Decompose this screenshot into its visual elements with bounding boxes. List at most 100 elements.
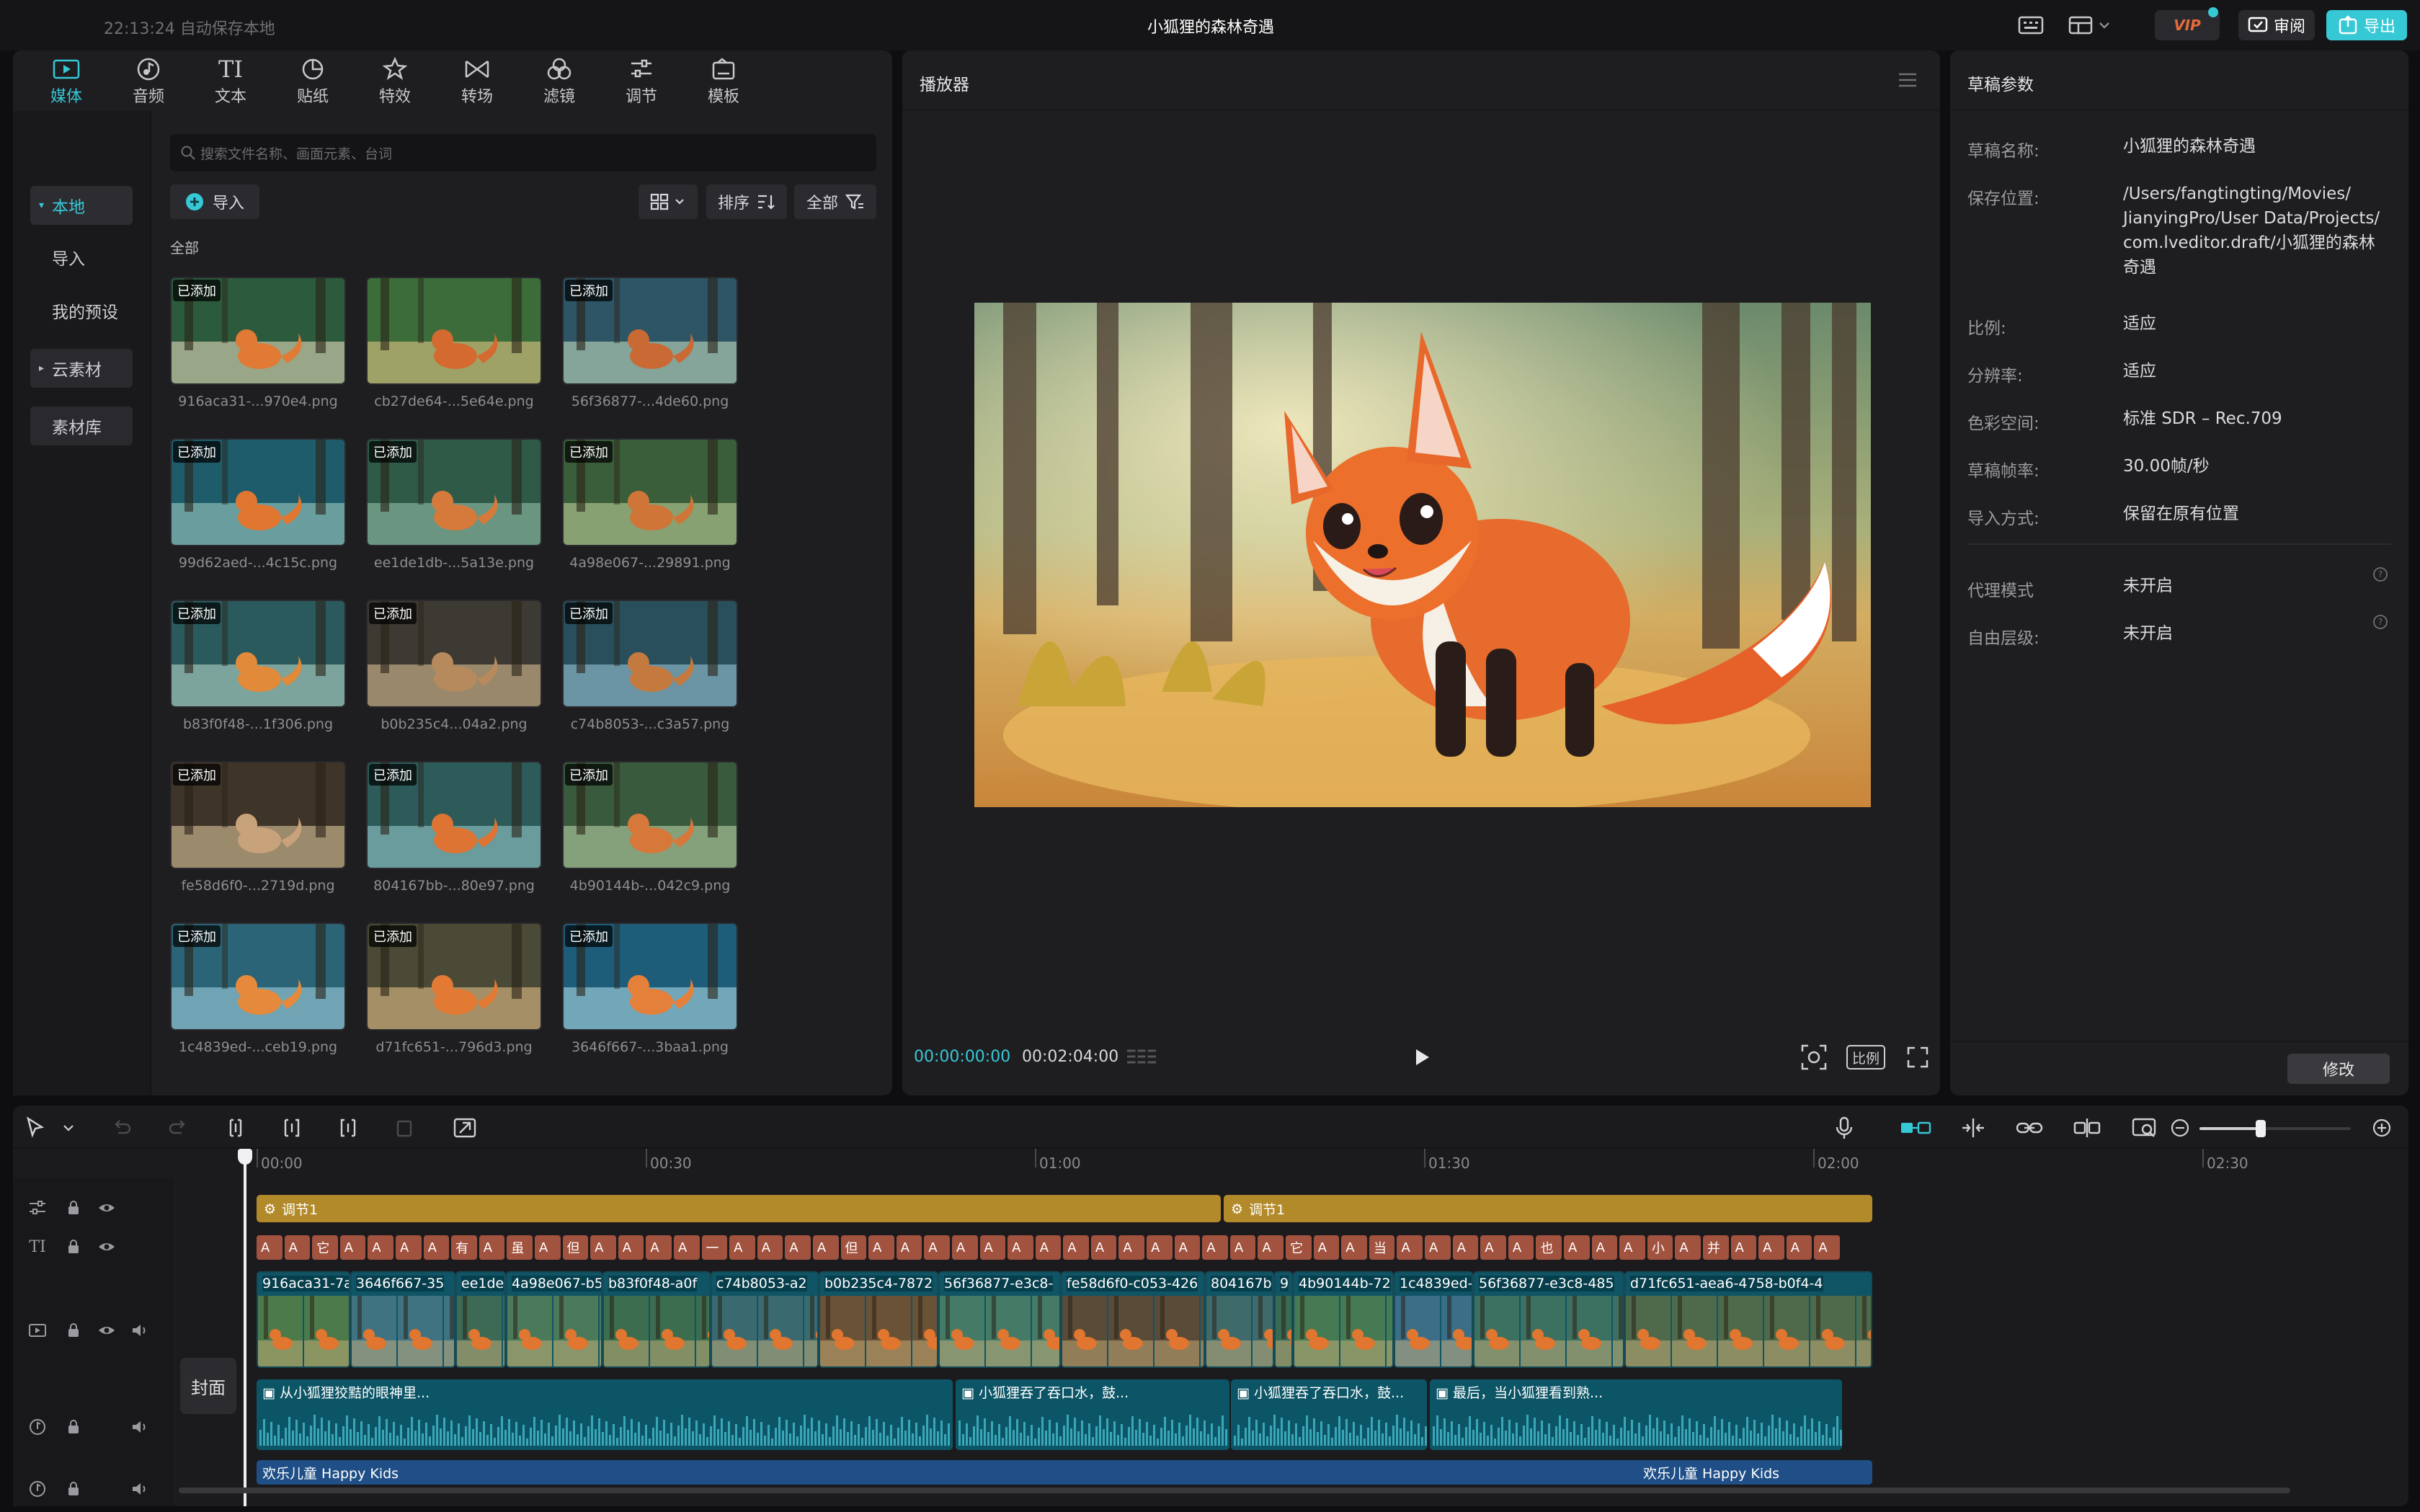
eye-icon[interactable]	[97, 1237, 117, 1257]
zoom-in-icon[interactable]	[2370, 1116, 2394, 1140]
text-clip[interactable]: A	[1341, 1235, 1367, 1260]
text-clip[interactable]: A	[1480, 1235, 1506, 1260]
text-clip[interactable]: A	[1007, 1235, 1033, 1260]
fullscreen-capture-icon[interactable]	[1800, 1044, 1828, 1071]
auto-snap-icon[interactable]	[1959, 1116, 1988, 1140]
text-clip[interactable]: A	[868, 1235, 894, 1260]
text-clip[interactable]: A	[979, 1235, 1006, 1260]
video-clip[interactable]: d71fc651-aea6-4758-b0f4-4	[1624, 1271, 1872, 1368]
text-clip[interactable]: A	[1397, 1235, 1423, 1260]
delete-icon[interactable]	[392, 1116, 417, 1140]
sidebar-item-cloud[interactable]: ▸ 云素材	[30, 349, 133, 388]
video-clip[interactable]: c74b8053-a2	[711, 1271, 819, 1368]
cover-button[interactable]: 封面	[180, 1358, 236, 1414]
lock-icon[interactable]	[63, 1320, 84, 1340]
speaker-icon[interactable]	[130, 1479, 150, 1499]
text-clip[interactable]: 有	[451, 1235, 477, 1260]
text-clip[interactable]: A	[1786, 1235, 1812, 1260]
zoom-slider-handle[interactable]	[2256, 1120, 2266, 1137]
text-clip[interactable]: A	[618, 1235, 644, 1260]
select-cursor-icon[interactable]	[25, 1116, 49, 1140]
tab-effects[interactable]: 特效	[359, 55, 431, 110]
view-toggle-button[interactable]	[639, 184, 698, 219]
preview-axis-icon[interactable]	[2073, 1116, 2101, 1140]
text-clip[interactable]: A	[646, 1235, 672, 1260]
text-clip[interactable]: A	[1730, 1235, 1757, 1260]
text-clip[interactable]: A	[729, 1235, 755, 1260]
video-clip[interactable]: 1c4839ed-	[1394, 1271, 1473, 1368]
media-item[interactable]: 已添加 ee1de1db-...5a13e.png	[366, 438, 542, 579]
video-clip[interactable]: b0b235c4-7872	[819, 1271, 938, 1368]
text-clip[interactable]: A	[590, 1235, 616, 1260]
voice-clip[interactable]: ▣ 最后，当小狐狸看到熟...	[1430, 1379, 1842, 1450]
review-button[interactable]: 审阅	[2238, 10, 2315, 40]
help-icon[interactable]: ?	[2372, 614, 2388, 630]
text-clip[interactable]: 但	[840, 1235, 867, 1260]
export-button[interactable]: 导出	[2326, 10, 2407, 40]
text-clip[interactable]: A	[1758, 1235, 1784, 1260]
video-clip[interactable]: 4a98e067-b5	[506, 1271, 602, 1368]
video-clip[interactable]: 56f36877-e3c8-485	[1473, 1271, 1624, 1368]
text-clip[interactable]: A	[1063, 1235, 1089, 1260]
text-clip[interactable]: 它	[1286, 1235, 1312, 1260]
text-clip[interactable]: 也	[1536, 1235, 1562, 1260]
menu-icon[interactable]	[1897, 71, 1918, 89]
media-item[interactable]: 已添加 1c4839ed-...ceb19.png	[170, 922, 346, 1064]
undo-icon[interactable]	[110, 1116, 134, 1140]
text-clip[interactable]: A	[1035, 1235, 1062, 1260]
tab-media[interactable]: 媒体	[30, 55, 102, 110]
search-input[interactable]: 搜索文件名称、画面元素、台词	[170, 134, 876, 172]
tab-transition[interactable]: 转场	[441, 55, 513, 110]
text-clip[interactable]: A	[423, 1235, 450, 1260]
media-item[interactable]: 已添加 804167bb-...80e97.png	[366, 761, 542, 902]
lock-icon[interactable]	[63, 1198, 84, 1218]
text-clip[interactable]: 当	[1369, 1235, 1395, 1260]
playhead[interactable]	[244, 1150, 246, 1506]
tab-sticker[interactable]: 贴纸	[277, 55, 349, 110]
sidebar-item-local[interactable]: ▾ 本地	[30, 186, 133, 225]
media-item[interactable]: 已添加 56f36877-...4de60.png	[562, 277, 738, 418]
vip-button[interactable]: VIP	[2155, 7, 2220, 40]
media-item[interactable]: 已添加 c74b8053-...c3a57.png	[562, 600, 738, 741]
playhead-handle[interactable]	[238, 1149, 252, 1165]
main-track-magnet-icon[interactable]	[1900, 1116, 1931, 1140]
voice-clip[interactable]: ▣ 小狐狸吞了吞口水，鼓...	[1231, 1379, 1427, 1450]
tab-adjust[interactable]: 调节	[605, 55, 677, 110]
text-clip[interactable]: A	[1229, 1235, 1256, 1260]
adjust-clip[interactable]: ⚙ 调节1	[1224, 1195, 1872, 1222]
text-clip[interactable]: A	[339, 1235, 366, 1260]
split-left-icon[interactable]	[280, 1116, 304, 1140]
text-clip[interactable]: A	[479, 1235, 505, 1260]
lock-icon[interactable]	[63, 1479, 84, 1499]
media-item[interactable]: 已添加 3646f667-...3baa1.png	[562, 922, 738, 1064]
text-clip[interactable]: A	[1591, 1235, 1618, 1260]
music-clip[interactable]: 欢乐儿童 Happy Kids 欢乐儿童 Happy Kids	[257, 1460, 1872, 1485]
text-clip[interactable]: A	[924, 1235, 950, 1260]
split-icon[interactable]	[223, 1116, 248, 1140]
text-clip[interactable]: A	[1118, 1235, 1145, 1260]
tab-template[interactable]: 模板	[688, 55, 760, 110]
text-clip[interactable]: A	[1174, 1235, 1201, 1260]
media-item[interactable]: 已添加 d71fc651-...796d3.png	[366, 922, 542, 1064]
eye-icon[interactable]	[97, 1198, 117, 1218]
text-clip[interactable]: A	[534, 1235, 561, 1260]
ratio-button[interactable]: 比例	[1846, 1045, 1885, 1069]
sidebar-item-library[interactable]: 素材库	[30, 406, 133, 445]
filter-button[interactable]: 全部	[794, 184, 876, 219]
text-clip[interactable]: A	[1425, 1235, 1451, 1260]
timecode-grid-icon[interactable]	[1126, 1046, 1157, 1068]
text-clip[interactable]: A	[1090, 1235, 1117, 1260]
tab-filter[interactable]: 滤镜	[523, 55, 595, 110]
text-clip[interactable]: A	[673, 1235, 700, 1260]
link-icon[interactable]	[2015, 1116, 2044, 1140]
text-clip[interactable]: 小	[1647, 1235, 1673, 1260]
video-clip[interactable]: 3646f667-35	[350, 1271, 455, 1368]
voice-clip[interactable]: ▣ 从小狐狸狡黠的眼神里...	[257, 1379, 953, 1450]
media-item[interactable]: 已添加 99d62aed-...4c15c.png	[170, 438, 346, 579]
keyboard-icon[interactable]	[2018, 14, 2044, 36]
text-clip[interactable]: 但	[562, 1235, 589, 1260]
text-clip[interactable]: A	[1814, 1235, 1840, 1260]
text-clip[interactable]: 一	[701, 1235, 728, 1260]
video-clip[interactable]: 56f36877-e3c8-	[938, 1271, 1061, 1368]
modify-button[interactable]: 修改	[2287, 1054, 2390, 1084]
